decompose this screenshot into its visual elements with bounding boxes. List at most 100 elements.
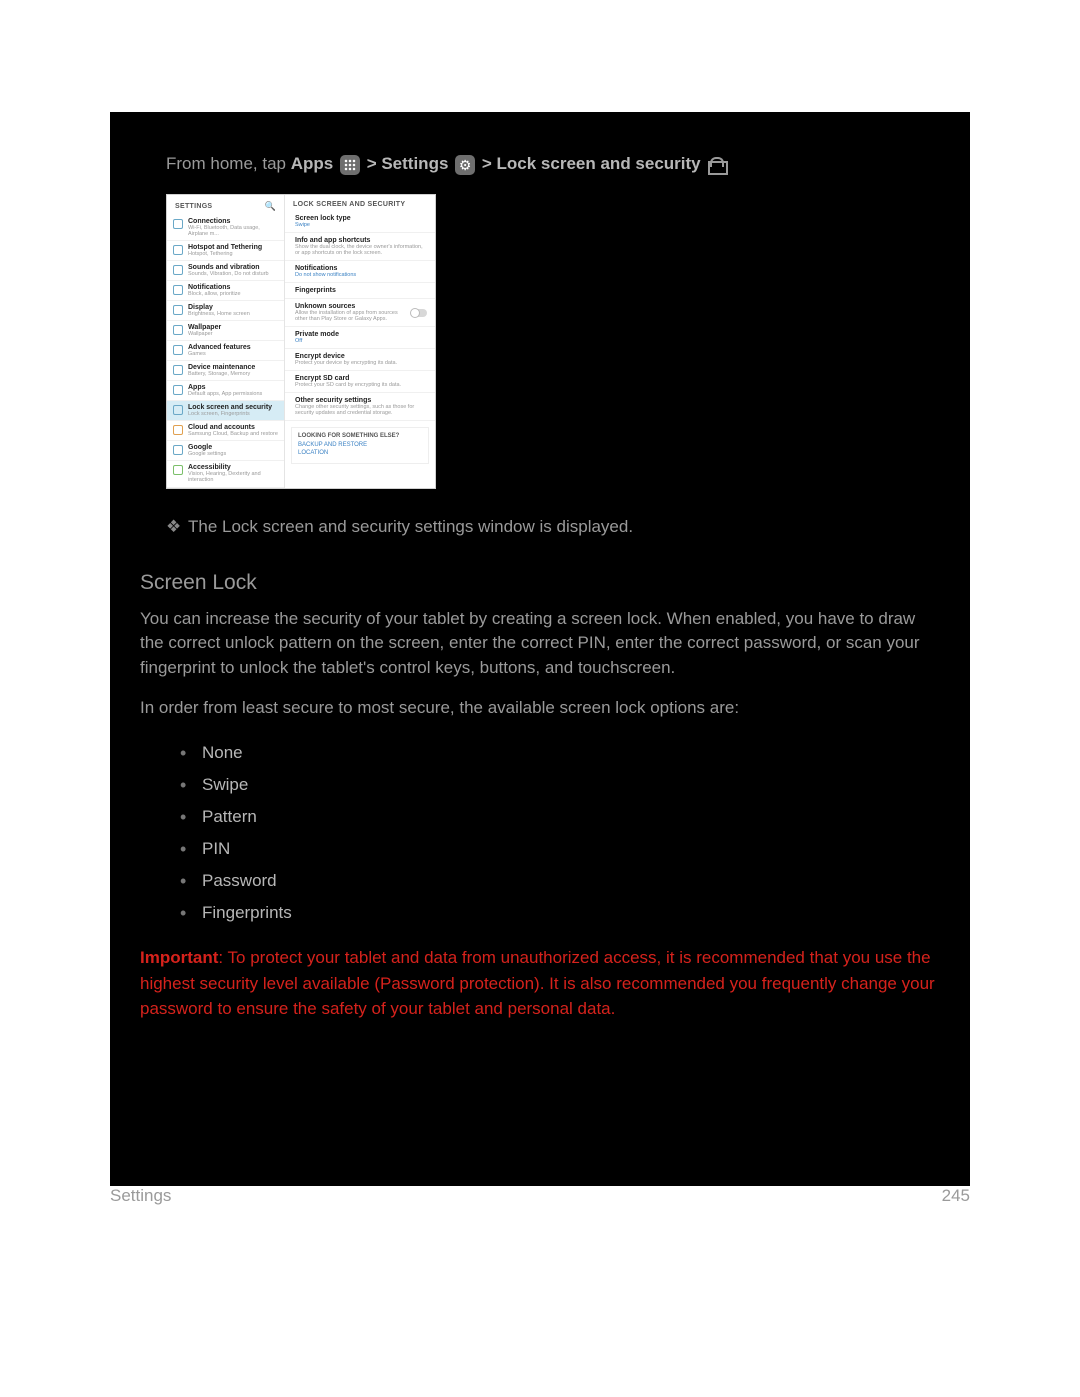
sidebar-item-subtitle: Battery, Storage, Memory	[188, 371, 278, 377]
sidebar-item-title: Apps	[188, 384, 278, 391]
section-heading: Screen Lock	[140, 571, 940, 595]
option-item: None	[180, 737, 940, 769]
detail-header: LOCK SCREEN AND SECURITY	[285, 195, 435, 211]
instruction-apps: Apps	[291, 154, 334, 173]
sidebar-item-title: Device maintenance	[188, 364, 278, 371]
sidebar-item[interactable]: AppsDefault apps, App permissions	[167, 381, 284, 401]
para-order: In order from least secure to most secur…	[140, 696, 940, 721]
apps-icon	[340, 155, 360, 175]
footer-page: 245	[942, 1186, 970, 1206]
detail-item-subtitle: Protect your SD card by encrypting its d…	[295, 382, 427, 388]
detail-item[interactable]: Info and app shortcutsShow the dual cloc…	[285, 233, 435, 261]
sidebar-item-title: Display	[188, 304, 278, 311]
sidebar-item-subtitle: Wallpaper	[188, 331, 278, 337]
detail-item-subtitle: Allow the installation of apps from sour…	[295, 310, 411, 322]
detail-item-title: Unknown sources	[295, 303, 411, 310]
sidebar-item-title: Connections	[188, 218, 278, 225]
sidebar-item[interactable]: DisplayBrightness, Home screen	[167, 301, 284, 321]
settings-sidebar-header: SETTINGS 🔍	[167, 195, 284, 215]
option-item: Password	[180, 865, 940, 897]
page: From home, tap Apps > Settings > Lock sc…	[0, 0, 1080, 1397]
detail-item-title: Other security settings	[295, 397, 427, 404]
detail-item[interactable]: NotificationsDo not show notifications	[285, 261, 435, 283]
detail-item[interactable]: Other security settingsChange other secu…	[285, 393, 435, 421]
sidebar-item-icon	[173, 345, 183, 355]
detail-title: LOCK SCREEN AND SECURITY	[293, 201, 405, 208]
sidebar-item-text: NotificationsBlock, allow, prioritize	[188, 284, 278, 297]
sidebar-item-icon	[173, 465, 183, 475]
sidebar-item[interactable]: AccessibilityVision, Hearing, Dexterity …	[167, 461, 284, 487]
sidebar-item-title: Hotspot and Tethering	[188, 244, 278, 251]
sidebar-item-text: ConnectionsWi-Fi, Bluetooth, Data usage,…	[188, 218, 278, 237]
sidebar-item-subtitle: Hotspot, Tethering	[188, 251, 278, 257]
detail-item-subtitle: Protect your device by encrypting its da…	[295, 360, 427, 366]
sidebar-item[interactable]: WallpaperWallpaper	[167, 321, 284, 341]
sidebar-item-subtitle: Block, allow, prioritize	[188, 291, 278, 297]
important-lead: Important	[140, 948, 218, 967]
detail-item[interactable]: Encrypt SD cardProtect your SD card by e…	[285, 371, 435, 393]
instruction-sep1: >	[367, 154, 382, 173]
sidebar-item-text: AccessibilityVision, Hearing, Dexterity …	[188, 464, 278, 483]
sidebar-item-text: DisplayBrightness, Home screen	[188, 304, 278, 317]
sidebar-item-text: Lock screen and securityLock screen, Fin…	[188, 404, 278, 417]
sidebar-item-icon	[173, 425, 183, 435]
sidebar-item-icon	[173, 265, 183, 275]
detail-item-title: Notifications	[295, 265, 427, 272]
detail-item-title: Encrypt device	[295, 353, 427, 360]
detail-item[interactable]: Private modeOff	[285, 327, 435, 349]
sidebar-item-icon	[173, 385, 183, 395]
detail-item-subtitle: Swipe	[295, 222, 427, 228]
sidebar-item-title: Google	[188, 444, 278, 451]
sidebar-item[interactable]: Lock screen and securityLock screen, Fin…	[167, 401, 284, 421]
important-body: : To protect your tablet and data from u…	[140, 948, 935, 1018]
sidebar-item[interactable]: GoogleGoogle settings	[167, 441, 284, 461]
sidebar-item-icon	[173, 405, 183, 415]
sidebar-item[interactable]: Sounds and vibrationSounds, Vibration, D…	[167, 261, 284, 281]
sidebar-item-subtitle: Sounds, Vibration, Do not disturb	[188, 271, 278, 277]
instruction-prefix: From home, tap	[166, 154, 291, 173]
search-icon[interactable]: 🔍	[264, 201, 276, 212]
settings-screenshot: SETTINGS 🔍 ConnectionsWi-Fi, Bluetooth, …	[166, 194, 436, 489]
instruction-sep2: >	[482, 154, 497, 173]
detail-item-subtitle: Show the dual clock, the device owner's …	[295, 244, 427, 256]
sidebar-item-title: Wallpaper	[188, 324, 278, 331]
detail-item[interactable]: Screen lock typeSwipe	[285, 211, 435, 233]
sidebar-item[interactable]: NotificationsBlock, allow, prioritize	[167, 281, 284, 301]
option-item: Pattern	[180, 801, 940, 833]
sidebar-item-title: Sounds and vibration	[188, 264, 278, 271]
sidebar-item-title: Cloud and accounts	[188, 424, 278, 431]
detail-item[interactable]: Fingerprints	[285, 283, 435, 299]
looking-link-backup[interactable]: BACKUP AND RESTORE	[298, 442, 422, 448]
sidebar-item[interactable]: Hotspot and TetheringHotspot, Tethering	[167, 241, 284, 261]
sidebar-item[interactable]: ConnectionsWi-Fi, Bluetooth, Data usage,…	[167, 215, 284, 241]
options-list: NoneSwipePatternPINPasswordFingerprints	[180, 737, 940, 929]
sidebar-item-text: Advanced featuresGames	[188, 344, 278, 357]
sidebar-item[interactable]: Cloud and accountsSamsung Cloud, Backup …	[167, 421, 284, 441]
looking-link-location[interactable]: LOCATION	[298, 450, 422, 456]
detail-item[interactable]: Unknown sourcesAllow the installation of…	[285, 299, 435, 327]
sidebar-item-icon	[173, 365, 183, 375]
detail-item[interactable]: Encrypt deviceProtect your device by enc…	[285, 349, 435, 371]
option-item: PIN	[180, 833, 940, 865]
detail-item-subtitle: Do not show notifications	[295, 272, 427, 278]
detail-item-subtitle: Off	[295, 338, 427, 344]
sidebar-item[interactable]: Device maintenanceBattery, Storage, Memo…	[167, 361, 284, 381]
detail-item-title: Info and app shortcuts	[295, 237, 427, 244]
settings-title: SETTINGS	[175, 203, 212, 210]
sidebar-item-icon	[173, 325, 183, 335]
toggle-switch[interactable]	[411, 309, 427, 317]
gear-icon	[455, 155, 475, 175]
sidebar-item-title: Lock screen and security	[188, 404, 278, 411]
sidebar-item-icon	[173, 219, 183, 229]
sidebar-item-text: WallpaperWallpaper	[188, 324, 278, 337]
sidebar-item-title: Notifications	[188, 284, 278, 291]
instruction-line: From home, tap Apps > Settings > Lock sc…	[166, 152, 940, 176]
sidebar-item-icon	[173, 285, 183, 295]
detail-item-title: Fingerprints	[295, 287, 427, 294]
sidebar-item-title: Accessibility	[188, 464, 278, 471]
sidebar-item[interactable]: Advanced featuresGames	[167, 341, 284, 361]
instruction-lock: Lock screen and security	[497, 154, 701, 173]
sidebar-item-subtitle: Brightness, Home screen	[188, 311, 278, 317]
sidebar-item-text: Hotspot and TetheringHotspot, Tethering	[188, 244, 278, 257]
content-region: From home, tap Apps > Settings > Lock sc…	[110, 112, 970, 1186]
